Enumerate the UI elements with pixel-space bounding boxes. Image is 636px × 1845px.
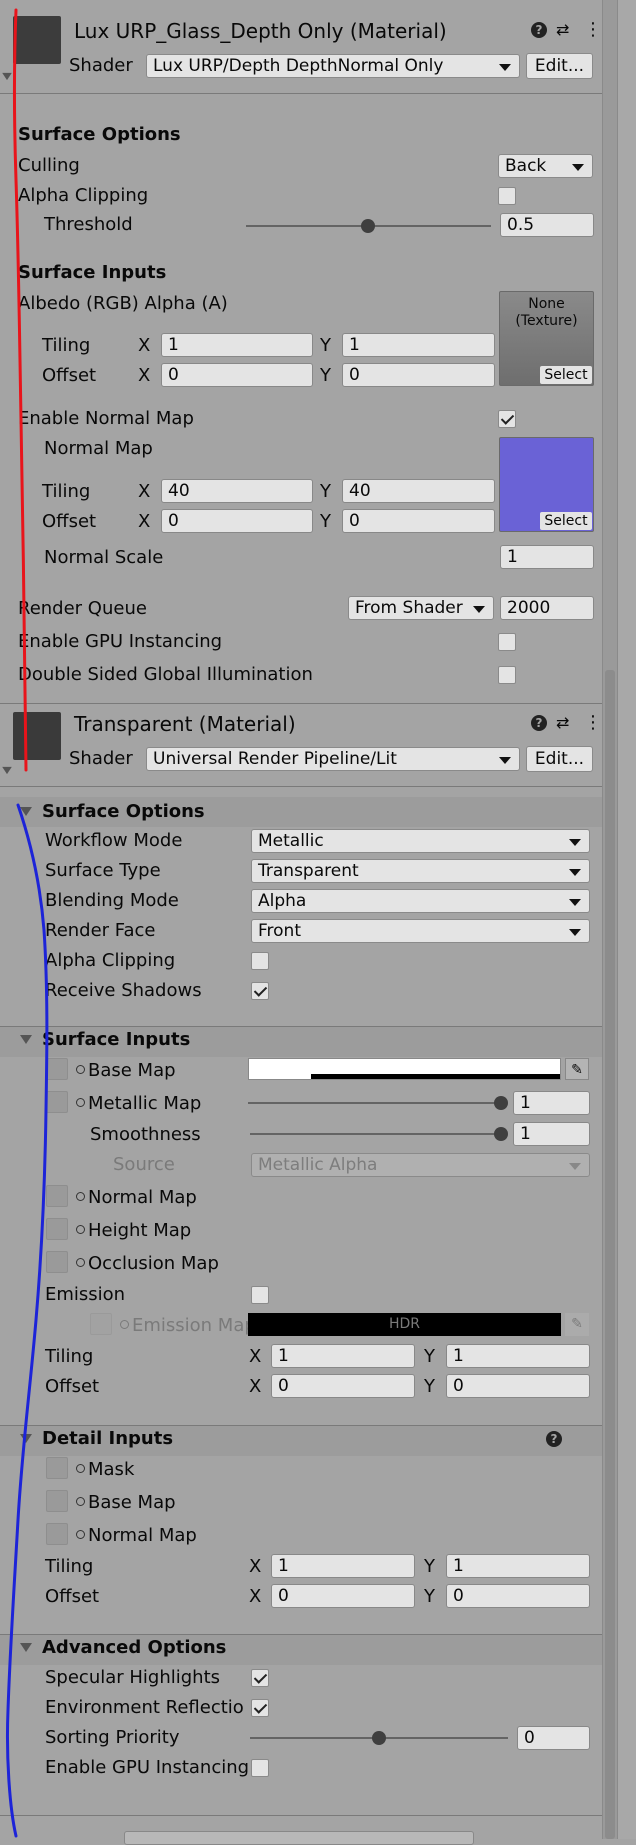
blue-annotation-line (5, 803, 49, 1838)
annotation-strokes (5, 8, 49, 1838)
red-annotation-line (13, 8, 28, 772)
